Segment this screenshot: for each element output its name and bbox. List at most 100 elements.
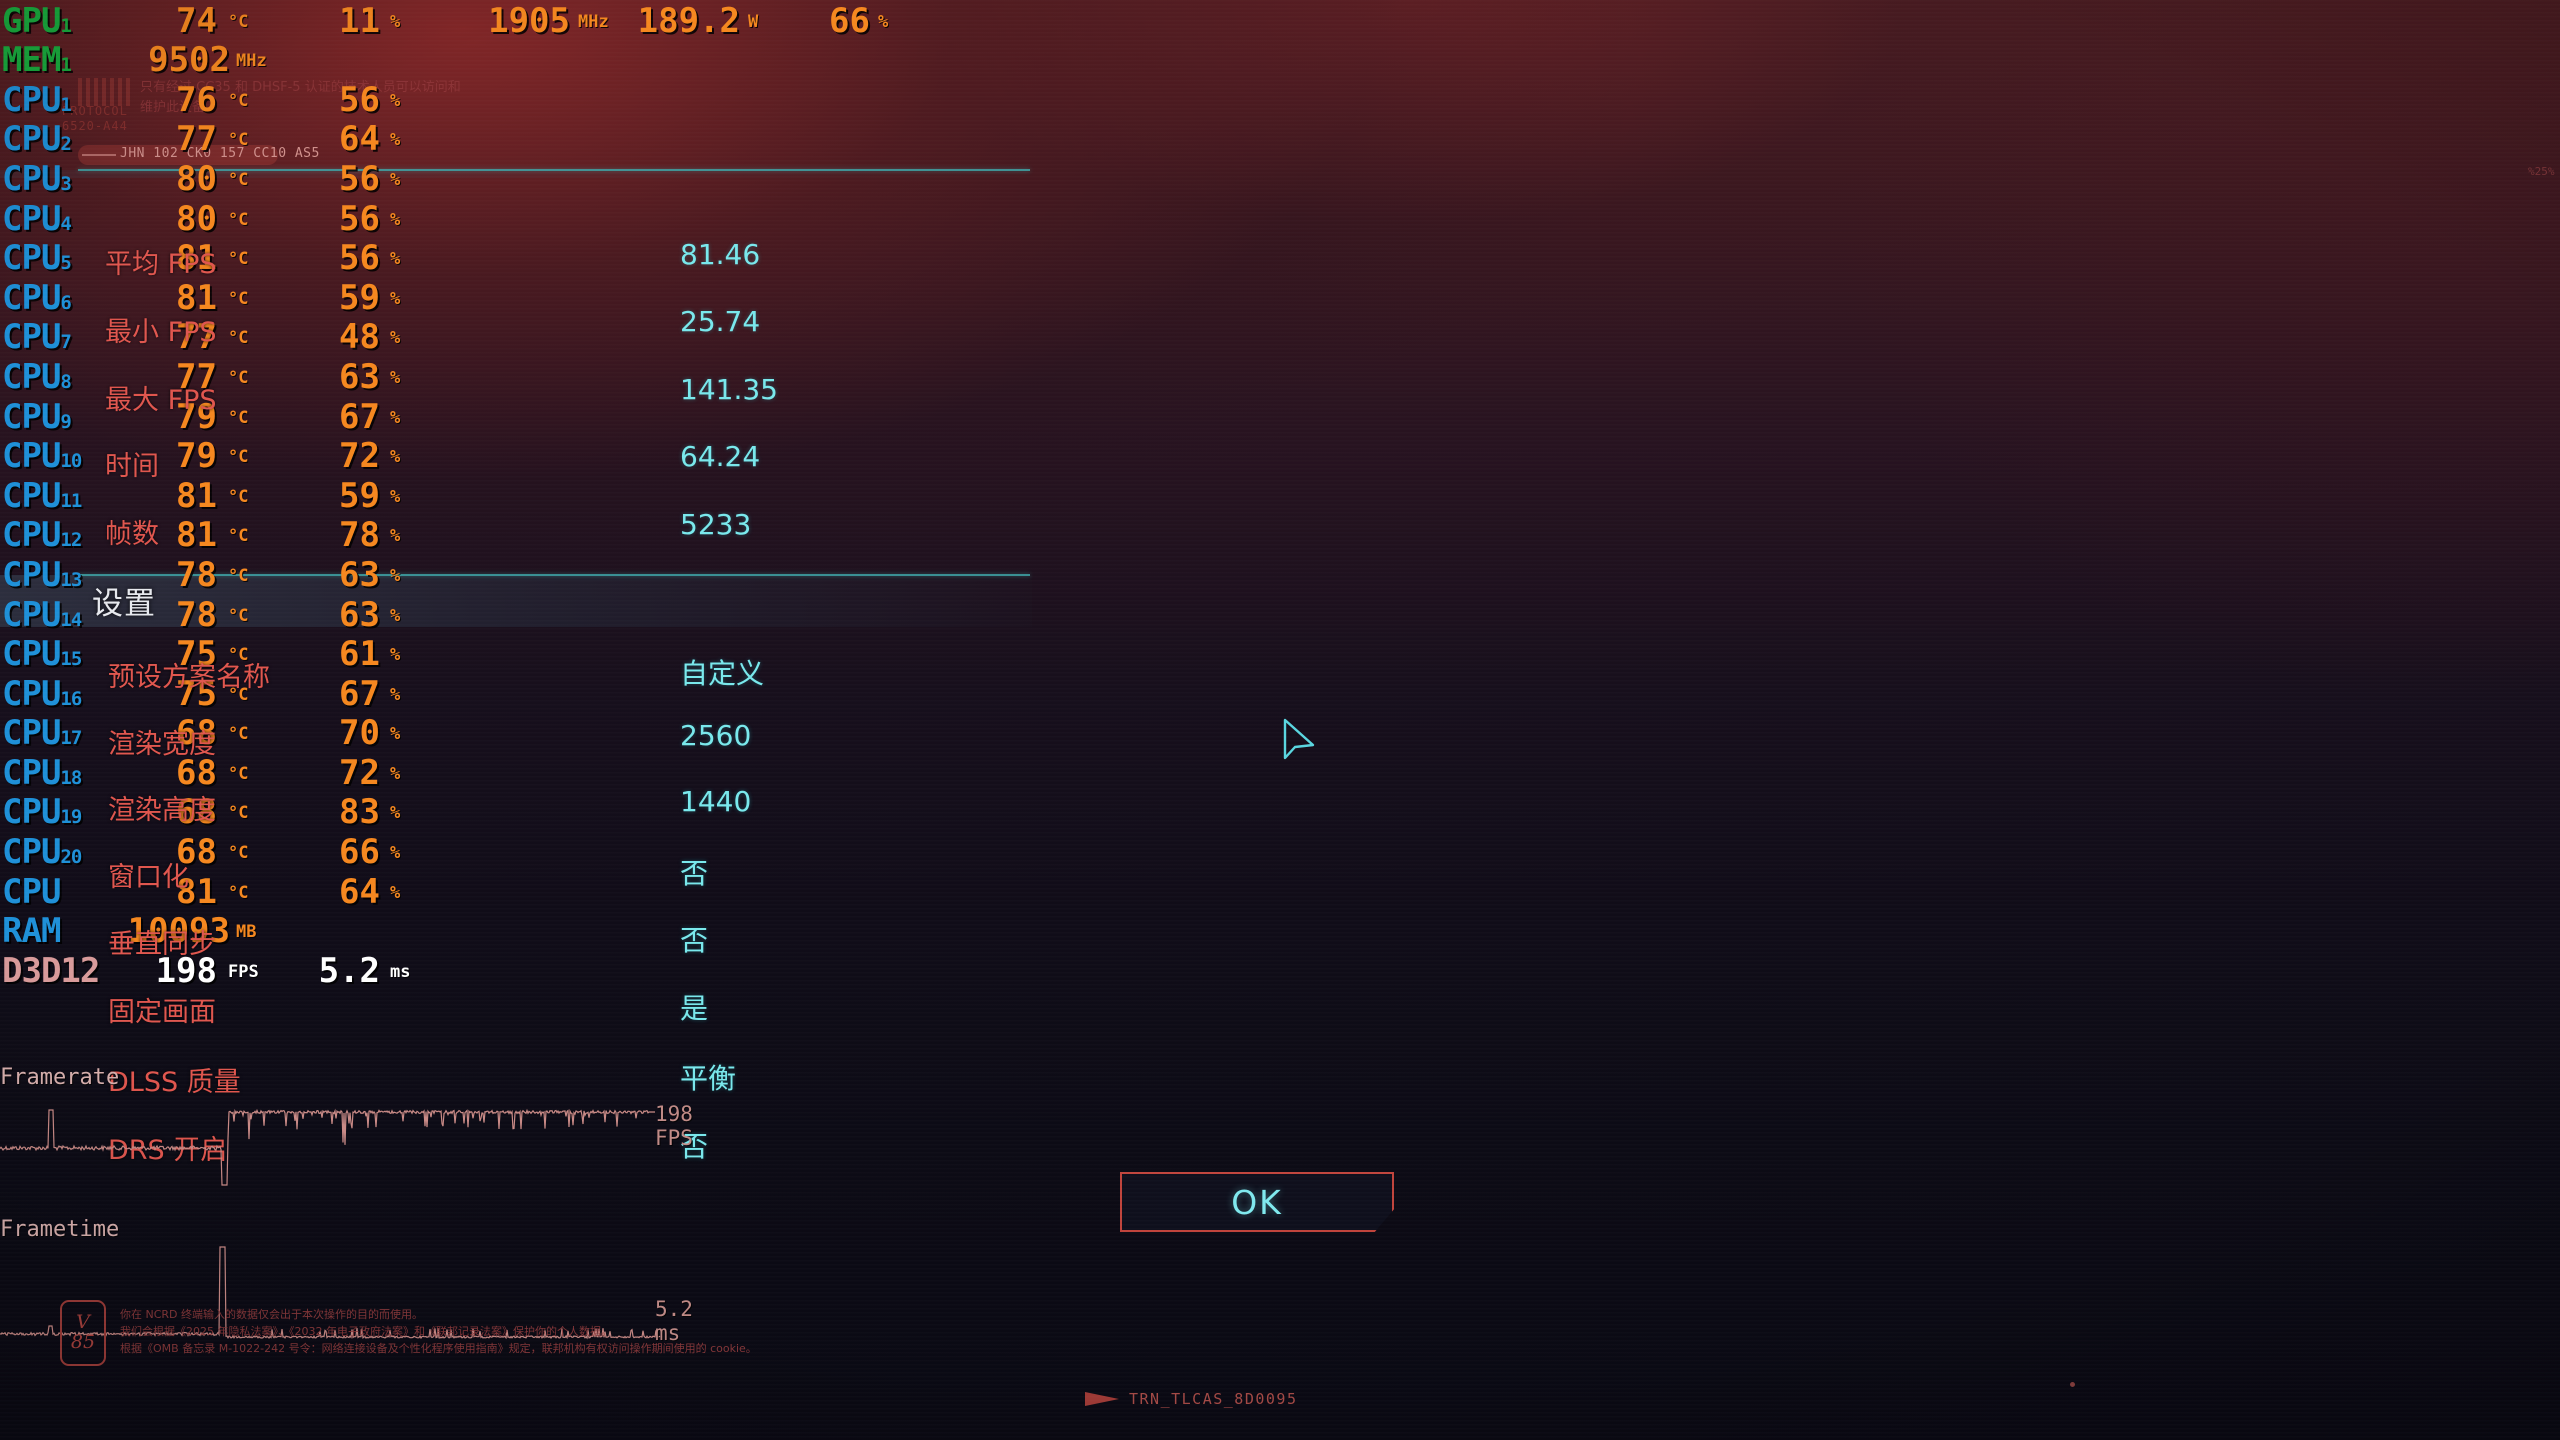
hud-row: CPU13 78 °C 63% [0, 554, 1100, 594]
hud-row-label: CPU5 [2, 238, 72, 279]
frametime-graph-title: Frametime [0, 1217, 120, 1242]
hud-unit: °C [228, 565, 249, 586]
hud-row-index: 6 [60, 291, 71, 314]
hud-row-label: CPU20 [2, 832, 82, 873]
hud-unit: MHz [236, 51, 267, 72]
hud-row-label: CPU19 [2, 792, 82, 833]
hud-row: CPU2 77 °C 64% [0, 119, 1100, 159]
hud-unit: °C [228, 803, 249, 824]
hud-unit: °C [228, 407, 249, 428]
hud-value: 11 [339, 0, 380, 41]
setting-value[interactable]: 否 [680, 919, 708, 959]
hud-row-index: 17 [60, 727, 82, 750]
hud-row-index: 16 [60, 687, 82, 710]
hud-row-index: 18 [60, 766, 82, 789]
hud-value: 83 [339, 792, 380, 833]
hud-row-label: CPU2 [2, 119, 72, 160]
settings-title: 设置 [92, 586, 156, 622]
legal-notice: V 85 你在 NCRD 终端输入的数据仅会出于本次操作的目的而使用。 我们会根… [60, 1300, 757, 1366]
hud-unit: °C [228, 11, 249, 32]
hud-unit: °C [228, 882, 249, 903]
ok-button[interactable]: OK [1120, 1172, 1394, 1232]
hud-unit: W [748, 11, 759, 32]
hud-value: 74 [176, 0, 217, 41]
setting-value[interactable]: 否 [680, 852, 708, 892]
framerate-graph-svg [0, 1108, 655, 1186]
hud-row-label: CPU10 [2, 436, 82, 477]
hud-unit: % [390, 684, 401, 705]
hud-unit: °C [228, 486, 249, 507]
setting-label: 预设方案名称 [108, 662, 270, 693]
hud-value: 56 [339, 198, 380, 239]
hud-value: 5.2 [318, 950, 380, 991]
hud-unit: % [390, 605, 401, 626]
hud-row-label: CPU8 [2, 356, 72, 397]
hud-row: CPU1 76 °C 56% [0, 79, 1100, 119]
hud-row-label: CPU9 [2, 396, 72, 437]
hud-row-index: 1 [60, 54, 71, 77]
performance-hud: GPU1 74 °C 11% 1905 MHz 189.2 W 66% MEM1 9502 MHz CP… [0, 0, 1100, 990]
hud-row-label: CPU16 [2, 673, 82, 714]
hud-row: CPU4 80 °C 56% [0, 198, 1100, 238]
hud-row-label: CPU18 [2, 752, 82, 793]
legal-text-block: 你在 NCRD 终端输入的数据仅会出于本次操作的目的而使用。 我们会根据《202… [120, 1300, 757, 1357]
hud-row-label: CPU15 [2, 634, 82, 675]
setting-value[interactable]: 是 [680, 987, 708, 1027]
hud-row-index: 5 [60, 252, 71, 275]
bottom-tag-code: TRN_TLCAS_8D0095 [1129, 1390, 1298, 1408]
hud-unit: % [390, 763, 401, 784]
setting-value[interactable]: 自定义 [680, 652, 764, 692]
hud-unit: % [390, 526, 401, 547]
hud-row: CPU14 78 °C 63% [0, 594, 1100, 634]
setting-label: 渲染高度 [108, 795, 216, 826]
setting-label: 固定画面 [108, 997, 216, 1028]
hud-value: 61 [339, 634, 380, 675]
benchmark-label: 帧数 [105, 519, 159, 550]
setting-value[interactable]: 1440 [680, 785, 751, 818]
hud-unit: % [390, 130, 401, 151]
triangle-icon [1085, 1392, 1119, 1406]
version-badge: V 85 [60, 1300, 106, 1366]
hud-row-index: 14 [60, 608, 82, 631]
hud-unit: % [390, 486, 401, 507]
version-badge-line2: 85 [70, 1331, 96, 1353]
legal-line-3: 根据《OMB 备忘录 M-1022-242 号令：网络连接设备及个性化程序使用指… [120, 1342, 757, 1356]
hud-row-index: 4 [60, 212, 71, 235]
hud-value: 56 [339, 158, 380, 199]
hud-value: 189.2 [637, 0, 740, 41]
bottom-tag: TRN_TLCAS_8D0095 [1085, 1390, 1298, 1408]
mouse-cursor-icon [1283, 718, 1315, 760]
hud-unit: % [390, 843, 401, 864]
benchmark-value: 64.24 [680, 440, 761, 473]
benchmark-label: 时间 [105, 451, 159, 482]
hud-unit: % [390, 90, 401, 111]
hud-value: 59 [339, 475, 380, 516]
hud-unit: °C [228, 367, 249, 388]
benchmark-value: 5233 [680, 508, 752, 541]
hud-unit: % [390, 328, 401, 349]
setting-label: 窗口化 [108, 862, 189, 893]
hud-row-label: CPU6 [2, 277, 72, 318]
hud-unit: % [390, 11, 401, 32]
hud-unit: % [390, 288, 401, 309]
hud-unit: % [878, 11, 889, 32]
hud-value: 48 [339, 317, 380, 358]
hud-row-index: 11 [60, 489, 82, 512]
hud-row-label: CPU1 [2, 79, 72, 120]
hud-row-index: 20 [60, 846, 82, 869]
hud-value: 63 [339, 594, 380, 635]
hud-unit: % [390, 724, 401, 745]
hud-row-label: D3D12 [2, 950, 100, 991]
hud-row-label: CPU12 [2, 515, 82, 556]
hud-value: 80 [176, 158, 217, 199]
hud-unit: °C [228, 209, 249, 230]
setting-value[interactable]: 2560 [680, 719, 751, 752]
hud-unit: % [390, 645, 401, 666]
hud-value: 70 [339, 713, 380, 754]
hud-row-index: 3 [60, 172, 71, 195]
framerate-graph-title: Framerate [0, 1065, 120, 1090]
hud-value: 80 [176, 198, 217, 239]
hud-row-index: 9 [60, 410, 71, 433]
version-badge-line1: V [76, 1311, 90, 1334]
hud-row-label: CPU [2, 871, 61, 912]
